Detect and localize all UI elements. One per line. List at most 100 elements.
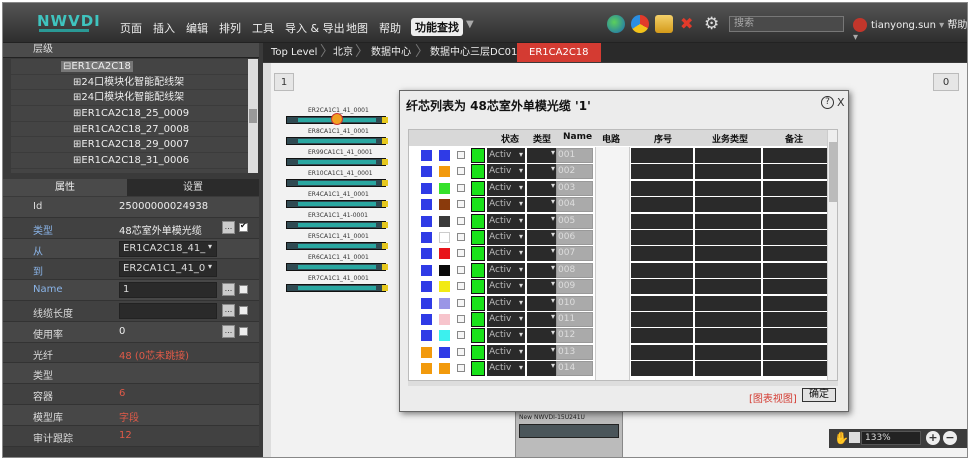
- status-select[interactable]: Activ: [487, 180, 525, 196]
- service-type-cell[interactable]: [695, 361, 761, 377]
- remark-cell[interactable]: [763, 180, 827, 196]
- status-select[interactable]: Activ: [487, 229, 525, 245]
- row-checkbox[interactable]: [457, 347, 465, 356]
- chart-view-link[interactable]: [图表视图]: [749, 390, 797, 405]
- tree-item[interactable]: ⊞ER1CA2C18_29_0007: [11, 137, 248, 154]
- patch-panel[interactable]: ER7CA1C1_41_0001: [286, 275, 390, 293]
- patch-panel[interactable]: ER3CA1C1_41-0001: [286, 212, 390, 230]
- remark-cell[interactable]: [763, 279, 827, 295]
- fiber-name-input[interactable]: 014: [556, 361, 593, 377]
- hand-icon[interactable]: ✋: [834, 431, 849, 445]
- close-icon[interactable]: X: [837, 96, 845, 109]
- audit-link[interactable]: 12: [119, 430, 132, 441]
- service-type-cell[interactable]: [695, 164, 761, 180]
- service-type-cell[interactable]: [695, 148, 761, 163]
- sequence-cell[interactable]: [631, 213, 693, 229]
- table-row[interactable]: Activ 004: [409, 196, 827, 213]
- type-select[interactable]: [527, 213, 557, 229]
- table-row[interactable]: Activ 002: [409, 163, 827, 180]
- fiber-name-input[interactable]: 005: [556, 213, 593, 229]
- sequence-cell[interactable]: [631, 328, 693, 344]
- fiber-name-input[interactable]: 012: [556, 328, 593, 344]
- col-circuit[interactable]: 电路: [602, 132, 620, 145]
- row-checkbox[interactable]: [457, 216, 465, 225]
- remark-cell[interactable]: [763, 229, 827, 245]
- service-type-cell[interactable]: [695, 262, 761, 278]
- tree-item[interactable]: ⊞24口模块化智能配线架: [11, 90, 248, 107]
- tree-item[interactable]: ⊞ER1CA2C18_25_0009: [11, 106, 248, 122]
- browse-button[interactable]: ...: [222, 324, 235, 338]
- crumb-current[interactable]: ER1CA2C18: [517, 43, 601, 62]
- sequence-cell[interactable]: [631, 197, 693, 213]
- patch-panel[interactable]: ER2CA1C1_41_0001: [286, 107, 390, 125]
- type-select[interactable]: [527, 246, 557, 262]
- browse-button[interactable]: ...: [222, 303, 235, 317]
- sequence-cell[interactable]: [631, 180, 693, 196]
- service-type-cell[interactable]: [695, 295, 761, 311]
- to-select[interactable]: ER2CA1C1_41_0: [119, 261, 217, 278]
- status-select[interactable]: Activ: [487, 328, 525, 344]
- status-select[interactable]: Activ: [487, 344, 525, 360]
- type-checkbox[interactable]: [239, 221, 248, 232]
- menu-map[interactable]: 地图: [346, 20, 368, 36]
- ok-button[interactable]: 确定: [802, 388, 836, 402]
- remark-cell[interactable]: [763, 246, 827, 262]
- table-row[interactable]: Activ 006: [409, 229, 827, 245]
- folder-icon[interactable]: [655, 15, 673, 33]
- container-link[interactable]: 6: [119, 388, 125, 399]
- patch-panel[interactable]: ER99CA1C1_41_0001: [286, 149, 390, 167]
- type-select[interactable]: [527, 328, 557, 344]
- col-sequence[interactable]: 序号: [654, 132, 672, 145]
- type-select[interactable]: [527, 279, 557, 295]
- sequence-cell[interactable]: [631, 164, 693, 180]
- menu-import-export[interactable]: 导入 & 导出: [285, 20, 345, 36]
- row-checkbox[interactable]: [457, 314, 465, 323]
- usage-checkbox[interactable]: [239, 326, 248, 336]
- help-link[interactable]: 帮助: [947, 20, 967, 31]
- sequence-cell[interactable]: [631, 246, 693, 262]
- remark-cell[interactable]: [763, 164, 827, 180]
- row-checkbox[interactable]: [457, 183, 465, 192]
- col-status[interactable]: 状态: [501, 132, 519, 145]
- row-checkbox[interactable]: [457, 265, 465, 274]
- type-select[interactable]: [527, 229, 557, 245]
- tab-settings[interactable]: 设置: [127, 179, 259, 196]
- table-row[interactable]: Activ 013: [409, 344, 827, 360]
- service-type-cell[interactable]: [695, 311, 761, 327]
- table-hscrollbar[interactable]: [408, 381, 838, 386]
- type-select[interactable]: [527, 295, 557, 311]
- remark-cell[interactable]: [763, 311, 827, 327]
- status-select[interactable]: Activ: [487, 197, 525, 213]
- name-input[interactable]: 1: [119, 282, 217, 299]
- fiber-name-input[interactable]: 006: [556, 229, 593, 245]
- type-select[interactable]: [527, 148, 557, 163]
- service-type-cell[interactable]: [695, 213, 761, 229]
- search-input[interactable]: 搜索: [729, 16, 844, 32]
- row-checkbox[interactable]: [457, 167, 465, 176]
- zoom-select[interactable]: 133%: [861, 431, 921, 445]
- col-type[interactable]: 类型: [533, 132, 551, 145]
- service-type-cell[interactable]: [695, 328, 761, 344]
- length-checkbox[interactable]: [239, 305, 248, 315]
- crumb-beijing[interactable]: 北京: [333, 43, 353, 62]
- table-row[interactable]: Activ 009: [409, 278, 827, 295]
- table-scrollbar[interactable]: [827, 130, 837, 380]
- service-type-cell[interactable]: [695, 279, 761, 295]
- tree-item-root[interactable]: ⊟ER1CA2C18: [11, 59, 248, 75]
- sequence-cell[interactable]: [631, 311, 693, 327]
- tree-item[interactable]: ⊞24口模块化智能配线架: [11, 75, 248, 91]
- service-type-cell[interactable]: [695, 246, 761, 262]
- table-row[interactable]: Activ 005: [409, 213, 827, 229]
- col-remark[interactable]: 备注: [785, 132, 803, 145]
- table-row[interactable]: Activ 008: [409, 262, 827, 278]
- fit-page-icon[interactable]: [849, 432, 860, 443]
- status-select[interactable]: Activ: [487, 164, 525, 180]
- tree-scrollbar[interactable]: [248, 59, 258, 173]
- col-service-type[interactable]: 业务类型: [712, 132, 748, 145]
- service-type-cell[interactable]: [695, 229, 761, 245]
- type-select[interactable]: [527, 361, 557, 377]
- sequence-cell[interactable]: [631, 295, 693, 311]
- status-select[interactable]: Activ: [487, 279, 525, 295]
- globe-icon[interactable]: [607, 15, 625, 33]
- fiber-name-input[interactable]: 002: [556, 164, 593, 180]
